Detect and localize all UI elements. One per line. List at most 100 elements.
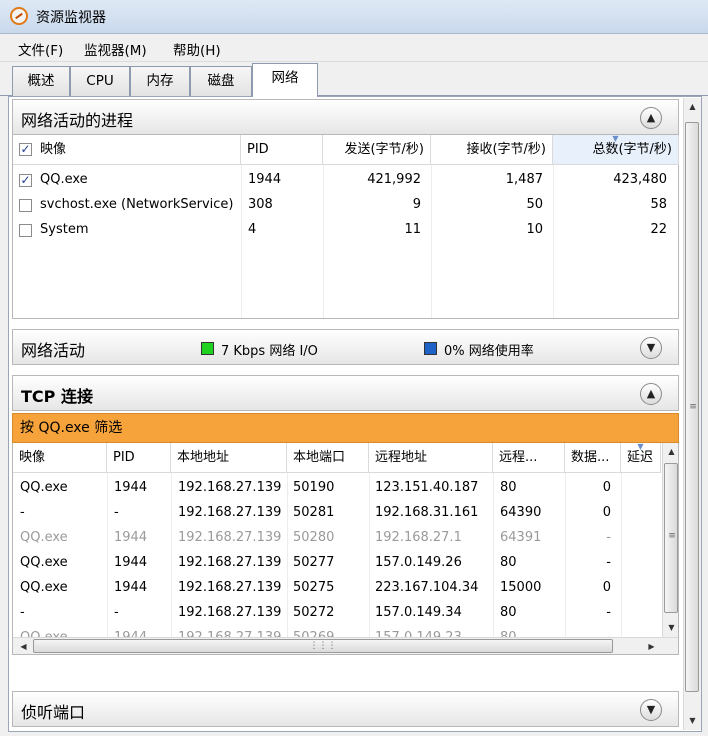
col-image[interactable]: 映像 xyxy=(13,443,107,473)
tab-cpu[interactable]: CPU xyxy=(70,66,130,96)
col-pid[interactable]: PID xyxy=(241,135,323,165)
row-checkbox[interactable] xyxy=(19,199,32,212)
scroll-thumb[interactable]: ⋮⋮⋮ xyxy=(33,639,613,653)
tcp-remote-port: 64391 xyxy=(500,530,542,545)
tcp-data: 0 xyxy=(602,580,611,595)
tab-strip: 概述 CPU 内存 磁盘 网络 xyxy=(0,62,708,97)
chevron-up-icon[interactable]: ▲ xyxy=(640,107,662,129)
process-image: System xyxy=(40,222,89,237)
select-all-checkbox[interactable]: ✓ xyxy=(19,143,32,156)
col-remote-address[interactable]: 远程地址 xyxy=(369,443,493,473)
sort-arrow-icon: ▼ xyxy=(637,443,644,451)
chevron-up-icon[interactable]: ▲ xyxy=(640,383,662,405)
col-send[interactable]: 发送(字节/秒) xyxy=(323,135,431,165)
tab-memory[interactable]: 内存 xyxy=(130,66,190,96)
col-pid[interactable]: PID xyxy=(107,443,171,473)
col-local-port[interactable]: 本地端口 xyxy=(287,443,369,473)
usage-legend-text: 0% 网络使用率 xyxy=(444,344,534,359)
tcp-pid: - xyxy=(114,505,119,520)
tcp-remote-port: 80 xyxy=(500,605,517,620)
menu-bar: 文件(F) 监视器(M) 帮助(H) xyxy=(0,34,708,62)
scroll-right-arrow-icon[interactable]: ▶ xyxy=(643,638,660,654)
tcp-image: QQ.exe xyxy=(20,530,68,545)
tcp-pid: 1944 xyxy=(114,480,148,495)
process-send: 9 xyxy=(412,197,421,212)
process-image: QQ.exe xyxy=(40,172,88,187)
tcp-remote-address: 192.168.31.161 xyxy=(375,505,479,520)
menu-monitor[interactable]: 监视器(M) xyxy=(84,39,147,59)
processes-table: ✓ 映像 PID 发送(字节/秒) 接收(字节/秒) ▼ 总数(字节/秒) ✓ … xyxy=(12,135,679,319)
resource-monitor-icon xyxy=(10,7,28,25)
scroll-down-arrow-icon[interactable]: ▼ xyxy=(663,619,678,636)
tcp-image: - xyxy=(20,605,25,620)
io-legend-text: 7 Kbps 网络 I/O xyxy=(221,344,318,359)
scroll-up-arrow-icon[interactable]: ▲ xyxy=(663,443,678,460)
col-image[interactable]: ✓ 映像 xyxy=(13,135,241,165)
tab-overview[interactable]: 概述 xyxy=(12,66,70,96)
scroll-down-arrow-icon[interactable]: ▼ xyxy=(684,712,701,729)
usage-legend-swatch xyxy=(424,342,437,355)
tcp-local-port: 50280 xyxy=(293,530,335,545)
window-title: 资源监视器 xyxy=(36,10,106,26)
tcp-image: QQ.exe xyxy=(20,555,68,570)
tcp-remote-address: 223.167.104.34 xyxy=(375,580,479,595)
process-pid: 4 xyxy=(248,222,257,237)
col-data[interactable]: 数据... xyxy=(565,443,621,473)
col-remote-port[interactable]: 远程... xyxy=(493,443,565,473)
menu-file[interactable]: 文件(F) xyxy=(18,39,63,59)
grip-icon: ≡ xyxy=(689,402,697,412)
tcp-local-port: 50275 xyxy=(293,580,335,595)
listening-ports-title: 侦听端口 xyxy=(21,703,86,722)
process-send: 11 xyxy=(404,222,421,237)
sort-arrow-icon: ▼ xyxy=(612,134,619,143)
tcp-image: - xyxy=(20,505,25,520)
chevron-down-icon[interactable]: ▼ xyxy=(640,699,662,721)
col-total[interactable]: ▼ 总数(字节/秒) xyxy=(553,135,679,165)
tcp-remote-address: 157.0.149.26 xyxy=(375,555,462,570)
tcp-data: - xyxy=(606,605,611,620)
col-receive[interactable]: 接收(字节/秒) xyxy=(431,135,553,165)
process-total: 58 xyxy=(650,197,667,212)
scroll-thumb[interactable]: ≡ xyxy=(664,463,678,613)
tcp-data: - xyxy=(606,530,611,545)
tcp-pid: 1944 xyxy=(114,530,148,545)
row-checkbox[interactable]: ✓ xyxy=(19,174,32,187)
process-recv: 1,487 xyxy=(505,172,543,187)
tcp-local-port: 50190 xyxy=(293,480,335,495)
tcp-section-header[interactable]: TCP 连接 ▲ xyxy=(12,375,679,411)
tcp-horizontal-scrollbar[interactable]: ◀ ⋮⋮⋮ ▶ xyxy=(13,637,678,654)
tcp-vertical-scrollbar[interactable]: ▲ ≡ ▼ xyxy=(662,443,678,637)
tcp-local-address: 192.168.27.139 xyxy=(178,555,282,570)
menu-help[interactable]: 帮助(H) xyxy=(173,39,221,59)
process-total: 22 xyxy=(650,222,667,237)
chevron-down-icon[interactable]: ▼ xyxy=(640,337,662,359)
tcp-table: 映像 PID 本地地址 本地端口 远程地址 远程... 数据... ▼ 延迟 Q… xyxy=(12,443,679,655)
tcp-remote-address: 123.151.40.187 xyxy=(375,480,479,495)
process-recv: 10 xyxy=(526,222,543,237)
scroll-thumb[interactable]: ≡ xyxy=(685,122,699,692)
network-activity-header[interactable]: 网络活动 7 Kbps 网络 I/O 0% 网络使用率 ▼ xyxy=(12,329,679,365)
tab-disk[interactable]: 磁盘 xyxy=(190,66,252,96)
tcp-local-address: 192.168.27.139 xyxy=(178,530,282,545)
process-recv: 50 xyxy=(526,197,543,212)
tcp-image: QQ.exe xyxy=(20,480,68,495)
tcp-local-port: 50272 xyxy=(293,605,335,620)
col-latency[interactable]: ▼ 延迟 xyxy=(621,443,661,473)
tcp-remote-address: 157.0.149.34 xyxy=(375,605,462,620)
scroll-left-arrow-icon[interactable]: ◀ xyxy=(15,638,32,654)
col-local-address[interactable]: 本地地址 xyxy=(171,443,287,473)
tcp-image: QQ.exe xyxy=(20,580,68,595)
row-checkbox[interactable] xyxy=(19,224,32,237)
network-panel: 网络活动的进程 ▲ ✓ 映像 PID 发送(字节/秒) 接收(字节/秒) ▼ 总… xyxy=(8,96,702,732)
tab-network[interactable]: 网络 xyxy=(252,63,318,97)
processes-section-header[interactable]: 网络活动的进程 ▲ xyxy=(12,99,679,135)
process-pid: 308 xyxy=(248,197,273,212)
listening-ports-header[interactable]: 侦听端口 ▼ xyxy=(12,691,679,727)
filter-bar[interactable]: 按 QQ.exe 筛选 xyxy=(12,413,679,443)
tcp-remote-port: 15000 xyxy=(500,580,542,595)
grip-icon: ≡ xyxy=(668,531,676,541)
main-vertical-scrollbar[interactable]: ▲ ≡ ▼ xyxy=(683,98,701,730)
tcp-local-address: 192.168.27.139 xyxy=(178,605,282,620)
tcp-local-address: 192.168.27.139 xyxy=(178,480,282,495)
scroll-up-arrow-icon[interactable]: ▲ xyxy=(684,98,701,115)
